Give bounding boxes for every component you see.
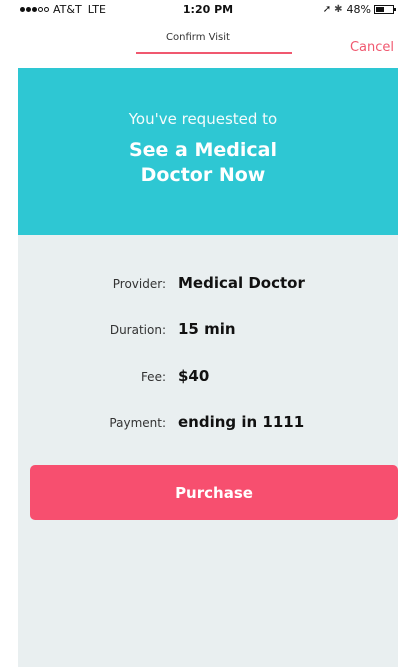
provider-value: Medical Doctor: [178, 274, 305, 292]
payment-label: Payment:: [109, 416, 166, 430]
detail-row-provider: Provider: Medical Doctor: [18, 274, 398, 296]
banner-subtitle: You've requested to: [128, 110, 278, 128]
nav-bar: Confirm Visit Cancel: [18, 20, 398, 68]
location-arrow-icon: ➚: [322, 4, 332, 15]
payment-value: ending in 1111: [178, 413, 305, 431]
battery-percent: 48%: [346, 3, 371, 16]
detail-row-duration: Duration: 15 min: [18, 320, 398, 342]
cancel-button[interactable]: Cancel: [350, 40, 394, 55]
purchase-button[interactable]: Purchase: [30, 465, 398, 520]
fee-label: Fee:: [140, 370, 166, 384]
nav-title-underline: [136, 52, 292, 54]
request-banner: You've requested to See a Medical Doctor…: [18, 68, 398, 235]
app-screen: AT&T LTE 1:20 PM ➚ ✱ 48% Confirm Visit C…: [18, 0, 398, 667]
bluetooth-icon: ✱: [334, 4, 343, 15]
status-bar: AT&T LTE 1:20 PM ➚ ✱ 48%: [18, 0, 398, 20]
duration-value: 15 min: [178, 320, 236, 338]
detail-row-payment: Payment: ending in 1111: [18, 413, 398, 435]
detail-row-fee: Fee: $40: [18, 367, 398, 389]
banner-title: See a Medical Doctor Now: [18, 138, 388, 188]
battery-icon: [374, 5, 396, 14]
nav-title: Confirm Visit: [166, 32, 230, 43]
status-right: ➚ ✱ 48%: [322, 3, 396, 16]
banner-title-line1: See a Medical: [128, 139, 277, 161]
provider-label: Provider:: [112, 277, 166, 291]
fee-value: $40: [178, 367, 210, 385]
banner-title-line2: Doctor Now: [140, 164, 266, 186]
duration-label: Duration:: [109, 323, 166, 337]
